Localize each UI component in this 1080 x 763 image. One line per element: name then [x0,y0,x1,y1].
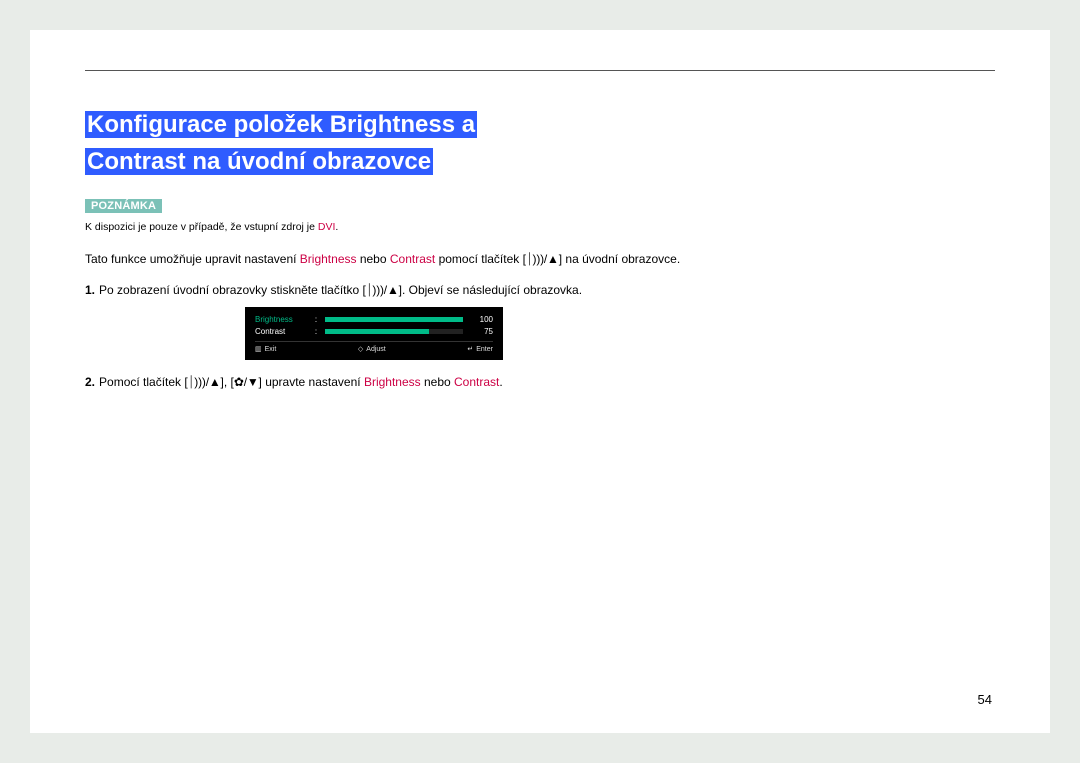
term-contrast: Contrast [454,375,499,389]
osd-bar-brightness [325,317,463,322]
osd-enter: ↵Enter [467,345,493,355]
note-text: K dispozici je pouze v případě, že vstup… [85,220,995,235]
button-glyph-vol-up: ⏐︎)))/▲ [526,252,559,266]
osd-preview: Brightness : 100 Contrast : 75 ▥Exit ◇Ad… [245,307,503,359]
term-brightness: Brightness [364,375,421,389]
title-line-2: Contrast na úvodní obrazovce [85,148,433,175]
osd-row-brightness: Brightness : 100 [255,313,493,325]
term-contrast: Contrast [390,252,435,266]
page-number: 54 [978,692,992,707]
osd-bar-contrast [325,329,463,334]
page-title: Konfigurace položek Brightness a Contras… [85,103,477,176]
note-dvi-term: DVI [318,221,336,233]
button-glyph-vol-up: ⏐︎)))/▲ [188,375,221,389]
note-badge: POZNÁMKA [85,199,162,213]
osd-footer: ▥Exit ◇Adjust ↵Enter [255,341,493,355]
top-rule [85,70,995,71]
button-glyph-vol-up: ⏐︎)))/▲ [366,283,399,297]
intro-paragraph: Tato funkce umožňuje upravit nastavení B… [85,251,995,268]
step-1: 1.Po zobrazení úvodní obrazovky stisknět… [85,282,995,360]
button-glyph-flower-down: ✿/▼ [234,375,259,389]
step-2: 2.Pomocí tlačítek [⏐︎)))/▲], [✿/▼] uprav… [85,374,995,391]
osd-adjust: ◇Adjust [358,345,386,355]
osd-exit: ▥Exit [255,345,276,355]
document-page: Konfigurace položek Brightness a Contras… [30,30,1050,733]
osd-row-contrast: Contrast : 75 [255,325,493,337]
term-brightness: Brightness [300,252,357,266]
title-line-1: Konfigurace položek Brightness a [85,111,477,138]
steps-list: 1.Po zobrazení úvodní obrazovky stisknět… [85,282,995,391]
